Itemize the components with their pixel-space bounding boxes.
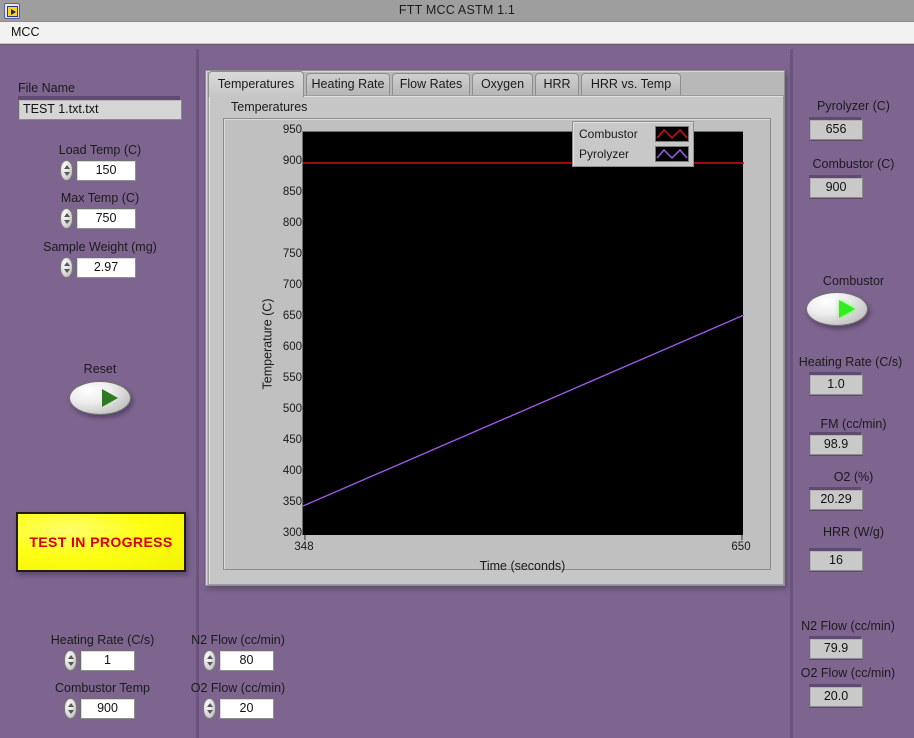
y-tick: 350	[232, 496, 302, 508]
sample-weight-label: Sample Weight (mg)	[0, 240, 200, 254]
legend-item-pyrolyzer[interactable]: Pyrolyzer	[573, 144, 693, 164]
plot-legend[interactable]: Combustor Pyrolyzer	[572, 121, 694, 167]
graph-title: Temperatures	[231, 100, 307, 114]
tab-page-temperatures: Temperatures Temperature (C) 950 900 850…	[208, 95, 784, 585]
y-tick: 850	[232, 186, 302, 198]
right-panel-divider	[790, 49, 793, 738]
y-tick: 300	[232, 527, 302, 539]
n2-flow-indicator-label: N2 Flow (cc/min)	[782, 619, 914, 633]
panel-top-edge	[0, 44, 914, 49]
window-title: FTT MCC ASTM 1.1	[0, 3, 914, 17]
heating-rate-indicator-label: Heating Rate (C/s)	[787, 355, 914, 369]
o2-flow-stepper[interactable]	[203, 698, 216, 719]
play-triangle-icon	[839, 300, 855, 318]
title-bar: FTT MCC ASTM 1.1	[0, 0, 914, 22]
y-tick: 700	[232, 279, 302, 291]
fm-indicator-label: FM (cc/min)	[793, 417, 914, 431]
o2-flow-control-label: O2 Flow (cc/min)	[150, 681, 326, 695]
y-tick: 400	[232, 465, 302, 477]
n2-flow-stepper[interactable]	[203, 650, 216, 671]
load-temp-input[interactable]: 150	[76, 160, 136, 181]
heating-rate-indicator-value: 1.0	[809, 374, 863, 395]
sample-weight-stepper[interactable]	[60, 257, 73, 278]
combustor-indicator-value: 900	[809, 177, 863, 198]
load-temp-stepper[interactable]	[60, 160, 73, 181]
pyrolyzer-indicator-value: 656	[809, 119, 863, 140]
menu-bar: MCC	[0, 22, 914, 44]
series-pyrolyzer	[303, 315, 744, 506]
status-banner: TEST IN PROGRESS	[16, 512, 186, 572]
reset-label: Reset	[0, 362, 200, 376]
hrr-indicator-value: 16	[809, 550, 863, 571]
load-temp-label: Load Temp (C)	[0, 143, 200, 157]
y-tick: 650	[232, 310, 302, 322]
combustor-indicator-label: Combustor (C)	[793, 157, 914, 171]
fm-indicator-value: 98.9	[809, 434, 863, 455]
o2-percent-indicator-label: O2 (%)	[793, 470, 914, 484]
legend-item-combustor[interactable]: Combustor	[573, 124, 693, 144]
tab-oxygen[interactable]: Oxygen	[472, 73, 533, 95]
tab-hrr-vs-temp[interactable]: HRR vs. Temp	[581, 73, 681, 95]
x-tick: 650	[731, 541, 750, 553]
o2-percent-indicator-value: 20.29	[809, 489, 863, 510]
n2-flow-indicator-value: 79.9	[809, 638, 863, 659]
play-triangle-icon	[102, 389, 118, 407]
o2-flow-input[interactable]: 20	[219, 698, 274, 719]
y-tick: 900	[232, 155, 302, 167]
tab-flow-rates[interactable]: Flow Rates	[392, 73, 470, 95]
max-temp-label: Max Temp (C)	[0, 191, 200, 205]
file-name-input[interactable]: TEST 1.txt.txt	[18, 99, 182, 120]
legend-label: Pyrolyzer	[573, 147, 655, 161]
x-axis-label: Time (seconds)	[302, 559, 743, 573]
y-tick: 800	[232, 217, 302, 229]
legend-swatch-pyrolyzer	[655, 146, 689, 162]
tab-heating-rate[interactable]: Heating Rate	[306, 73, 390, 95]
application-window: FTT MCC ASTM 1.1 MCC File Name TEST 1.tx…	[0, 0, 914, 738]
combustor-temp-stepper[interactable]	[64, 698, 77, 719]
combustor-temp-input[interactable]: 900	[80, 698, 135, 719]
y-tick: 600	[232, 341, 302, 353]
o2-flow-indicator-label: O2 Flow (cc/min)	[782, 666, 914, 680]
max-temp-stepper[interactable]	[60, 208, 73, 229]
o2-flow-indicator-value: 20.0	[809, 686, 863, 707]
y-tick: 750	[232, 248, 302, 260]
menu-item-mcc[interactable]: MCC	[8, 25, 42, 39]
plot-svg	[303, 132, 744, 536]
combustor-toggle-switch[interactable]	[806, 292, 868, 326]
legend-swatch-combustor	[655, 126, 689, 142]
heating-rate-input[interactable]: 1	[80, 650, 135, 671]
n2-flow-input[interactable]: 80	[219, 650, 274, 671]
tab-hrr[interactable]: HRR	[535, 73, 579, 95]
tab-temperatures[interactable]: Temperatures	[208, 71, 304, 97]
hrr-indicator-label: HRR (W/g)	[793, 525, 914, 539]
y-tick: 950	[232, 124, 302, 136]
y-tick: 450	[232, 434, 302, 446]
y-tick: 500	[232, 403, 302, 415]
pyrolyzer-indicator-label: Pyrolyzer (C)	[793, 99, 914, 113]
n2-flow-control-label: N2 Flow (cc/min)	[150, 633, 326, 647]
max-temp-input[interactable]: 750	[76, 208, 136, 229]
sample-weight-input[interactable]: 2.97	[76, 257, 136, 278]
legend-label: Combustor	[573, 127, 655, 141]
y-tick: 550	[232, 372, 302, 384]
plot-area[interactable]	[302, 131, 743, 535]
temperature-graph[interactable]: Temperature (C) 950 900 850 800 750 700 …	[223, 118, 771, 570]
heating-rate-stepper[interactable]	[64, 650, 77, 671]
x-tick: 348	[294, 541, 313, 553]
file-name-label: File Name	[18, 81, 75, 95]
combustor-switch-label: Combustor	[793, 274, 914, 288]
tab-control: Temperatures Heating Rate Flow Rates Oxy…	[205, 70, 785, 586]
reset-button[interactable]	[69, 381, 131, 415]
